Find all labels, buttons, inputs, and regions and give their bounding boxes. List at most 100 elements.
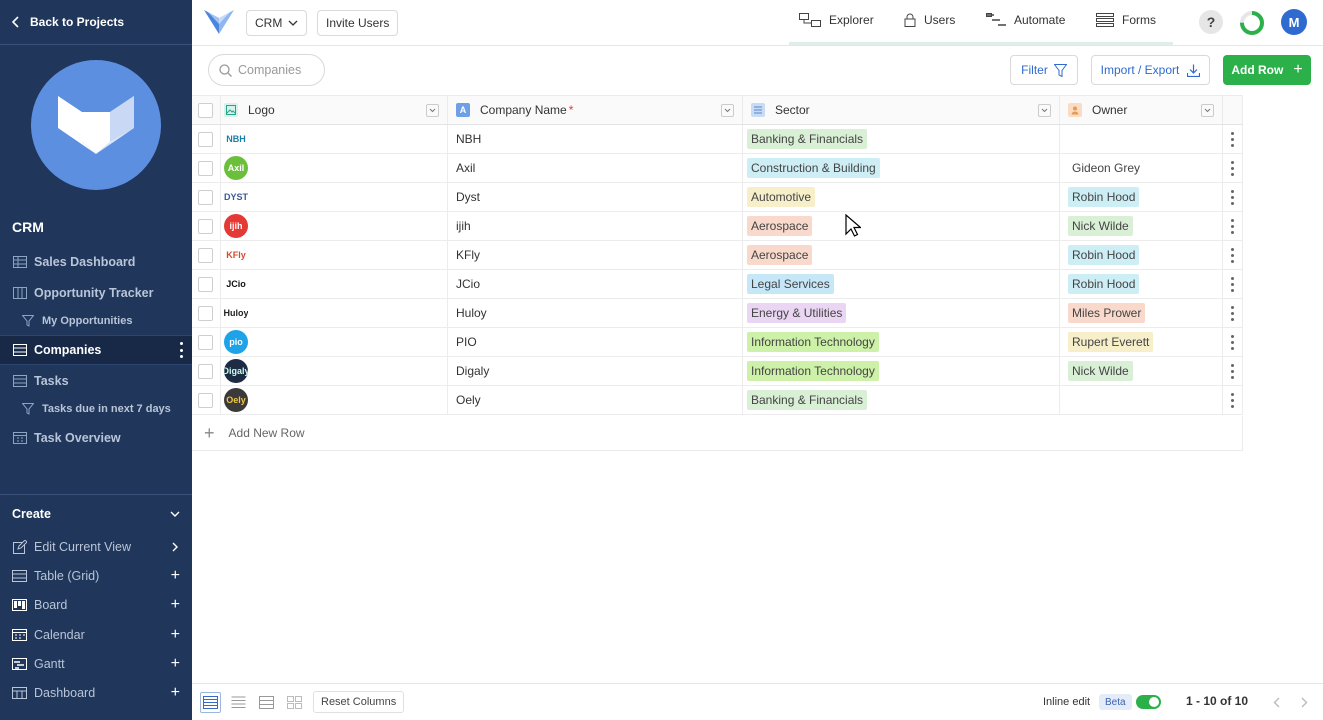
logo-cell[interactable]: JCio — [221, 270, 448, 298]
row-menu-cell[interactable] — [1223, 212, 1243, 240]
company-name-cell[interactable]: Axil — [448, 154, 743, 182]
row-menu-cell[interactable] — [1223, 328, 1243, 356]
table-row[interactable]: ijih ijih Aerospace Nick Wilde — [192, 212, 1243, 241]
row-menu-cell[interactable] — [1223, 270, 1243, 298]
owner-cell[interactable]: Nick Wilde — [1060, 357, 1223, 385]
nav-tasks-due[interactable]: Tasks due in next 7 days — [0, 395, 192, 423]
row-checkbox[interactable] — [198, 363, 213, 379]
column-header-sector[interactable]: Sector — [743, 96, 1060, 124]
company-name-cell[interactable]: KFly — [448, 241, 743, 269]
logo-cell[interactable]: Axil — [221, 154, 448, 182]
owner-cell[interactable]: Gideon Grey — [1060, 154, 1223, 182]
search-input[interactable] — [238, 63, 318, 77]
search-box[interactable] — [208, 54, 325, 86]
column-header-owner[interactable]: Owner — [1060, 96, 1223, 124]
sector-cell[interactable]: Legal Services — [743, 270, 1060, 298]
create-section-toggle[interactable]: Create — [0, 500, 192, 528]
topnav-explorer[interactable]: Explorer — [799, 10, 874, 30]
nav-opportunity-tracker[interactable]: Opportunity Tracker — [0, 279, 192, 307]
view-density-compact[interactable] — [200, 692, 221, 713]
reset-columns-button[interactable]: Reset Columns — [313, 691, 405, 713]
app-logo-icon[interactable] — [204, 8, 234, 39]
column-header-logo[interactable]: Logo — [221, 96, 448, 124]
row-checkbox[interactable] — [198, 189, 213, 205]
row-menu-cell[interactable] — [1223, 299, 1243, 327]
topnav-users[interactable]: Users — [904, 10, 955, 30]
table-row[interactable]: Axil Axil Construction & Building Gideon Gr… — [192, 154, 1243, 183]
sector-cell[interactable]: Automotive — [743, 183, 1060, 211]
add-new-row-button[interactable]: + Add New Row — [192, 416, 1243, 451]
table-row[interactable]: KFly KFly Aerospace Robin Hood — [192, 241, 1243, 270]
prev-page-button[interactable] — [1268, 694, 1284, 710]
table-row[interactable]: Digaly Digaly Information Technology Nick W… — [192, 357, 1243, 386]
help-button[interactable]: ? — [1199, 10, 1223, 34]
row-checkbox[interactable] — [198, 334, 213, 350]
table-row[interactable]: NBH NBH Banking & Financials — [192, 125, 1243, 154]
topnav-automate[interactable]: Automate — [986, 10, 1065, 30]
sector-cell[interactable]: Banking & Financials — [743, 125, 1060, 153]
sector-cell[interactable]: Information Technology — [743, 328, 1060, 356]
row-checkbox[interactable] — [198, 131, 213, 147]
nav-task-overview[interactable]: Task Overview — [0, 424, 192, 452]
company-name-cell[interactable]: Digaly — [448, 357, 743, 385]
topnav-forms[interactable]: Forms — [1096, 10, 1156, 30]
back-to-projects-link[interactable]: Back to Projects — [12, 12, 124, 32]
owner-cell[interactable]: Rupert Everett — [1060, 328, 1223, 356]
row-menu-cell[interactable] — [1223, 154, 1243, 182]
company-name-cell[interactable]: ijih — [448, 212, 743, 240]
row-checkbox[interactable] — [198, 160, 213, 176]
nav-tasks[interactable]: Tasks — [0, 367, 192, 395]
sector-cell[interactable]: Aerospace — [743, 241, 1060, 269]
view-gallery[interactable] — [284, 692, 305, 713]
create-edit-current-view[interactable]: Edit Current View — [0, 533, 192, 561]
column-menu-icon[interactable] — [1038, 104, 1051, 117]
row-checkbox[interactable] — [198, 276, 213, 292]
create-gantt[interactable]: Gantt + — [0, 650, 192, 678]
table-row[interactable]: Huloy Huloy Energy & Utilities Miles Prower — [192, 299, 1243, 328]
logo-cell[interactable]: NBH — [221, 125, 448, 153]
logo-cell[interactable]: KFly — [221, 241, 448, 269]
column-menu-icon[interactable] — [1201, 104, 1214, 117]
create-table-grid[interactable]: Table (Grid) + — [0, 562, 192, 590]
logo-cell[interactable]: Huloy — [221, 299, 448, 327]
view-density-large[interactable] — [256, 692, 277, 713]
logo-cell[interactable]: Oely — [221, 386, 448, 414]
progress-ring[interactable] — [1239, 10, 1265, 36]
sector-cell[interactable]: Energy & Utilities — [743, 299, 1060, 327]
row-menu-cell[interactable] — [1223, 357, 1243, 385]
column-menu-icon[interactable] — [721, 104, 734, 117]
nav-sales-dashboard[interactable]: Sales Dashboard — [0, 248, 192, 276]
table-row[interactable]: pio PIO Information Technology Rupert Evere… — [192, 328, 1243, 357]
project-select[interactable]: CRM — [246, 10, 308, 36]
company-name-cell[interactable]: JCio — [448, 270, 743, 298]
logo-cell[interactable]: pio — [221, 328, 448, 356]
invite-users-button[interactable]: Invite Users — [317, 10, 399, 36]
row-menu-cell[interactable] — [1223, 125, 1243, 153]
column-menu-icon[interactable] — [426, 104, 439, 117]
owner-cell[interactable]: Nick Wilde — [1060, 212, 1223, 240]
more-options-icon[interactable] — [178, 342, 184, 358]
row-checkbox[interactable] — [198, 218, 213, 234]
create-dashboard[interactable]: Dashboard + — [0, 679, 192, 707]
company-name-cell[interactable]: Oely — [448, 386, 743, 414]
table-row[interactable]: JCio JCio Legal Services Robin Hood — [192, 270, 1243, 299]
nav-companies[interactable]: Companies — [0, 335, 192, 365]
row-menu-cell[interactable] — [1223, 183, 1243, 211]
company-name-cell[interactable]: PIO — [448, 328, 743, 356]
view-density-medium[interactable] — [228, 692, 249, 713]
company-name-cell[interactable]: NBH — [448, 125, 743, 153]
next-page-button[interactable] — [1296, 694, 1312, 710]
row-checkbox[interactable] — [198, 247, 213, 263]
owner-cell[interactable]: Robin Hood — [1060, 270, 1223, 298]
row-menu-cell[interactable] — [1223, 241, 1243, 269]
table-row[interactable]: DYST Dyst Automotive Robin Hood — [192, 183, 1243, 212]
logo-cell[interactable]: Digaly — [221, 357, 448, 385]
owner-cell[interactable]: Robin Hood — [1060, 183, 1223, 211]
table-row[interactable]: Oely Oely Banking & Financials — [192, 386, 1243, 415]
add-row-button[interactable]: Add Row + — [1223, 55, 1311, 85]
select-all-checkbox[interactable] — [198, 102, 213, 118]
filter-button[interactable]: Filter — [1010, 55, 1078, 85]
sector-cell[interactable]: Information Technology — [743, 357, 1060, 385]
row-menu-cell[interactable] — [1223, 386, 1243, 414]
owner-cell[interactable]: Miles Prower — [1060, 299, 1223, 327]
